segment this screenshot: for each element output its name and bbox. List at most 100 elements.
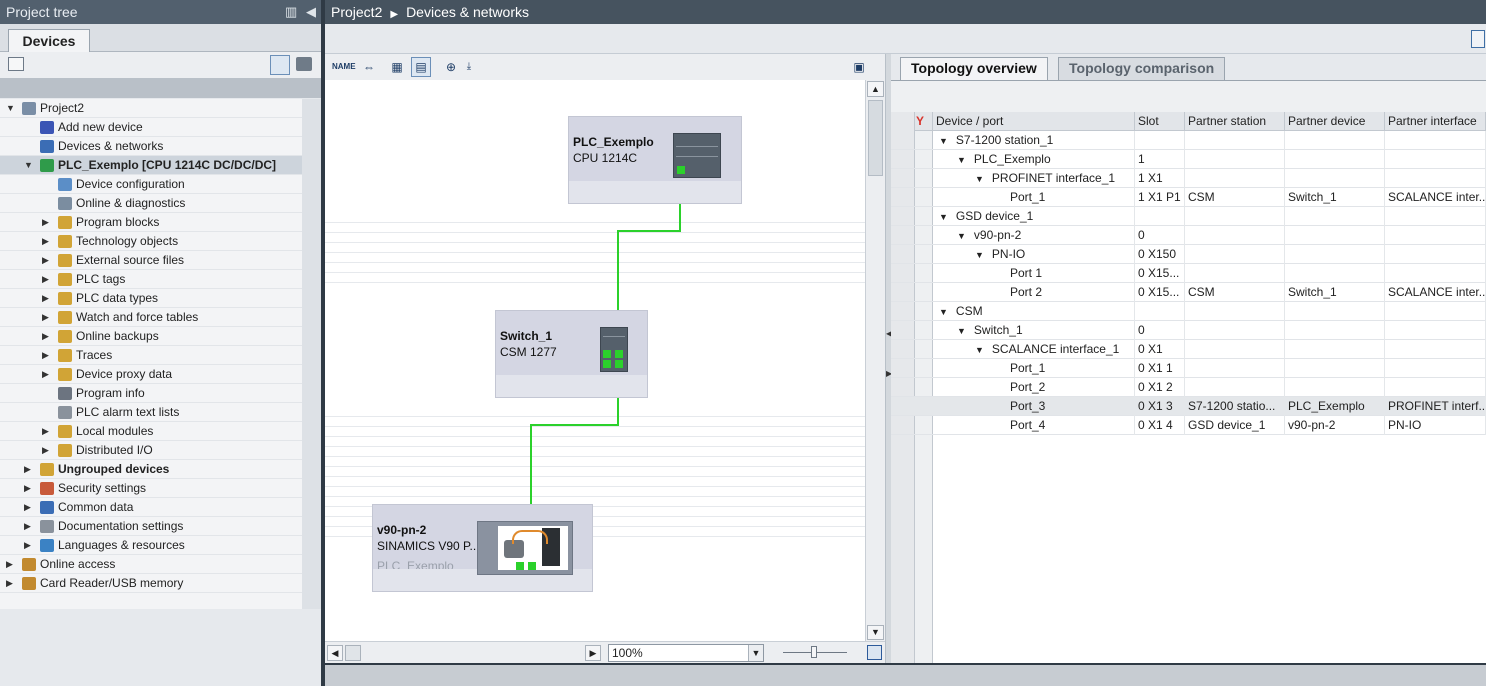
collapse-arrow-icon[interactable]: ▼: [957, 155, 966, 165]
table-row[interactable]: ▼ GSD device_1: [891, 207, 1486, 226]
grid-icon[interactable]: ▦: [387, 57, 407, 77]
expand-arrow-icon[interactable]: ▶: [24, 460, 34, 478]
expand-arrow-icon[interactable]: ▶: [42, 308, 52, 326]
port-icon[interactable]: [603, 360, 611, 368]
tree-item[interactable]: ▶ Languages & resources: [0, 536, 302, 555]
tree-item[interactable]: ▼ PLC_Exemplo [CPU 1214C DC/DC/DC]: [0, 156, 302, 175]
expand-arrow-icon[interactable]: ▶: [6, 555, 16, 573]
collapse-arrow-icon[interactable]: ▼: [939, 307, 948, 317]
table-row[interactable]: Port_1 1 X1 P1 CSM Switch_1 SCALANCE inter..…: [891, 188, 1486, 207]
port-icon[interactable]: [528, 562, 536, 570]
zoom-icon[interactable]: ⊕: [441, 57, 461, 77]
expand-arrow-icon[interactable]: ▶: [24, 517, 34, 535]
show-names-icon[interactable]: NAME: [331, 57, 356, 77]
port-icon[interactable]: [603, 350, 611, 358]
tree-item[interactable]: ▶ Traces: [0, 346, 302, 365]
expand-arrow-icon[interactable]: ▶: [42, 213, 52, 231]
scroll-left-icon[interactable]: ◀: [327, 645, 343, 661]
device-v90[interactable]: v90-pn-2 SINAMICS V90 P... PLC_Exemplo: [372, 504, 593, 592]
tree-item[interactable]: ▶ Common data: [0, 498, 302, 517]
tab-devices[interactable]: Devices: [8, 29, 90, 53]
tree-item[interactable]: Program info: [0, 384, 302, 403]
scroll-right-icon[interactable]: ▶: [585, 645, 601, 661]
expand-arrow-icon[interactable]: ▶: [42, 346, 52, 364]
table-row[interactable]: Port_1 0 X1 1: [891, 359, 1486, 378]
scroll-down-icon[interactable]: ▼: [867, 625, 884, 640]
tree-item[interactable]: Online & diagnostics: [0, 194, 302, 213]
overview-icon[interactable]: ▤: [411, 57, 431, 77]
table-row[interactable]: ▼ Switch_1 0: [891, 321, 1486, 340]
expand-arrow-icon[interactable]: ▶: [42, 251, 52, 269]
collapse-arrow-icon[interactable]: ▼: [957, 326, 966, 336]
scroll-up-icon[interactable]: ▲: [867, 81, 884, 97]
column-header-partner-interface[interactable]: Partner interface: [1385, 112, 1486, 131]
sync-icon[interactable]: [296, 57, 312, 71]
network-canvas[interactable]: PLC_Exemplo CPU 1214C Switch_1 CSM 1277 …: [325, 80, 865, 641]
device-switch[interactable]: Switch_1 CSM 1277: [495, 310, 648, 398]
tab-topology-comparison[interactable]: Topology comparison: [1058, 57, 1226, 80]
tree-item[interactable]: ▼ Project2: [0, 99, 302, 118]
port-icon[interactable]: [615, 360, 623, 368]
table-row[interactable]: Port 2 0 X15... CSM Switch_1 SCALANCE inter.…: [891, 283, 1486, 302]
expand-arrow-icon[interactable]: ▶: [42, 327, 52, 345]
table-row[interactable]: ▼ S7-1200 station_1: [891, 131, 1486, 150]
tree-item[interactable]: ▶ Local modules: [0, 422, 302, 441]
tree-item[interactable]: ▶ Online access: [0, 555, 302, 574]
port-icon[interactable]: [516, 562, 524, 570]
collapse-arrow-icon[interactable]: ▼: [975, 250, 984, 260]
zoom-slider-thumb[interactable]: [811, 646, 817, 658]
expand-arrow-icon[interactable]: ▶: [6, 574, 16, 592]
expand-arrow-icon[interactable]: ▶: [42, 289, 52, 307]
tree-item[interactable]: PLC alarm text lists: [0, 403, 302, 422]
tree-item[interactable]: ▶ Online backups: [0, 327, 302, 346]
collapse-arrow-icon[interactable]: ▼: [24, 156, 34, 174]
device-plc[interactable]: PLC_Exemplo CPU 1214C: [568, 116, 742, 204]
collapse-panel-icon[interactable]: ◀: [306, 0, 316, 24]
expand-arrow-icon[interactable]: ▶: [24, 498, 34, 516]
tree-item[interactable]: ▶ Device proxy data: [0, 365, 302, 384]
tree-scrollbar[interactable]: [302, 99, 322, 609]
table-row[interactable]: Port_3 0 X1 3 S7-1200 statio... PLC_Exemplo…: [891, 397, 1486, 416]
horizontal-scroll-thumb[interactable]: [345, 645, 361, 661]
table-row[interactable]: Port_4 0 X1 4 GSD device_1 v90-pn-2 PN-IO: [891, 416, 1486, 435]
collapse-arrow-icon[interactable]: ▼: [939, 136, 948, 146]
breadcrumb-root[interactable]: Project2: [331, 4, 382, 20]
table-row[interactable]: ▼ PLC_Exemplo 1: [891, 150, 1486, 169]
tree-item[interactable]: ▶ PLC tags: [0, 270, 302, 289]
pin-icon[interactable]: ▥: [285, 0, 297, 24]
table-row[interactable]: Port 1 0 X15...: [891, 264, 1486, 283]
collapse-arrow-icon[interactable]: ▼: [939, 212, 948, 222]
column-header-partner-device[interactable]: Partner device: [1285, 112, 1385, 131]
collapse-arrow-icon[interactable]: ▼: [975, 345, 984, 355]
expand-arrow-icon[interactable]: ▶: [24, 536, 34, 554]
column-header-device-port[interactable]: Device / port: [933, 112, 1135, 131]
tree-item[interactable]: Devices & networks: [0, 137, 302, 156]
expand-arrow-icon[interactable]: ▶: [42, 365, 52, 383]
expand-arrow-icon[interactable]: ▶: [42, 232, 52, 250]
table-row[interactable]: ▼ PROFINET interface_1 1 X1: [891, 169, 1486, 188]
overview-navigation-icon[interactable]: [867, 645, 882, 660]
tree-item[interactable]: ▶ Technology objects: [0, 232, 302, 251]
collapse-arrow-icon[interactable]: ▼: [975, 174, 984, 184]
collapse-arrow-icon[interactable]: ▼: [6, 99, 16, 117]
table-row[interactable]: ▼ CSM: [891, 302, 1486, 321]
diagnostics-column-icon[interactable]: Y: [915, 112, 933, 131]
expand-arrow-icon[interactable]: ▶: [24, 479, 34, 497]
view-switch-icon[interactable]: [1471, 30, 1485, 48]
table-row[interactable]: ▼ v90-pn-2 0: [891, 226, 1486, 245]
collapse-arrow-icon[interactable]: ▼: [957, 231, 966, 241]
expand-arrow-icon[interactable]: ▶: [42, 441, 52, 459]
chevron-down-icon[interactable]: ▼: [748, 645, 763, 661]
canvas-vertical-scrollbar[interactable]: ▲ ▼: [865, 80, 885, 641]
tree-item[interactable]: ▶ Ungrouped devices: [0, 460, 302, 479]
tree-item[interactable]: ▶ Watch and force tables: [0, 308, 302, 327]
column-header-partner-station[interactable]: Partner station: [1185, 112, 1285, 131]
zoom-dropdown-icon[interactable]: ⤓: [459, 57, 479, 77]
connection-mode-icon[interactable]: ⇔: [359, 57, 379, 77]
tree-item[interactable]: Device configuration: [0, 175, 302, 194]
port-icon[interactable]: [615, 350, 623, 358]
tree-view-icon[interactable]: [8, 57, 24, 71]
tree-item[interactable]: ▶ Security settings: [0, 479, 302, 498]
zoom-select[interactable]: 100% ▼: [608, 644, 764, 662]
tree-item[interactable]: ▶ External source files: [0, 251, 302, 270]
